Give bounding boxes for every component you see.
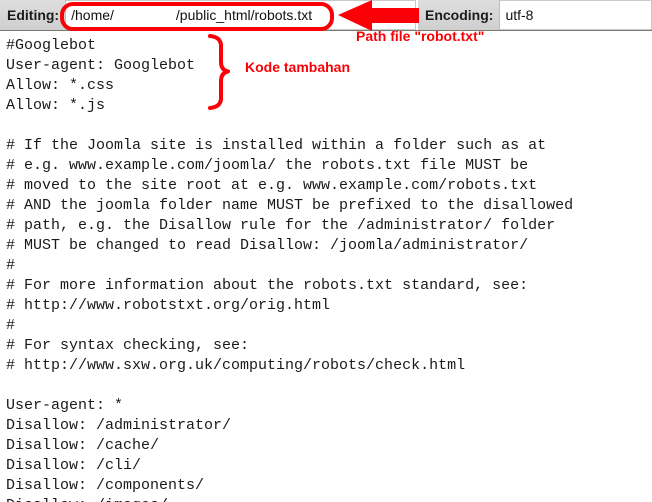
editing-path-suffix: /public_html/robots.txt — [175, 7, 313, 23]
encoding-label: Encoding: — [418, 0, 501, 30]
file-content-editor[interactable]: #Googlebot User-agent: Googlebot Allow: … — [0, 31, 652, 502]
redacted-username-block — [113, 8, 176, 22]
editing-label: Editing: — [0, 0, 67, 30]
encoding-input[interactable]: utf-8 — [500, 0, 652, 30]
editing-path-input[interactable]: /home/ /public_html/robots.txt — [66, 0, 417, 30]
robots-txt-content[interactable]: #Googlebot User-agent: Googlebot Allow: … — [0, 31, 652, 502]
editing-path-prefix: /home/ — [71, 7, 114, 23]
editing-path-field-group: Editing: /home/ /public_html/robots.txt — [0, 0, 418, 30]
editor-toolbar: Editing: /home/ /public_html/robots.txt E… — [0, 0, 652, 31]
encoding-field-group: Encoding: utf-8 — [418, 0, 652, 30]
